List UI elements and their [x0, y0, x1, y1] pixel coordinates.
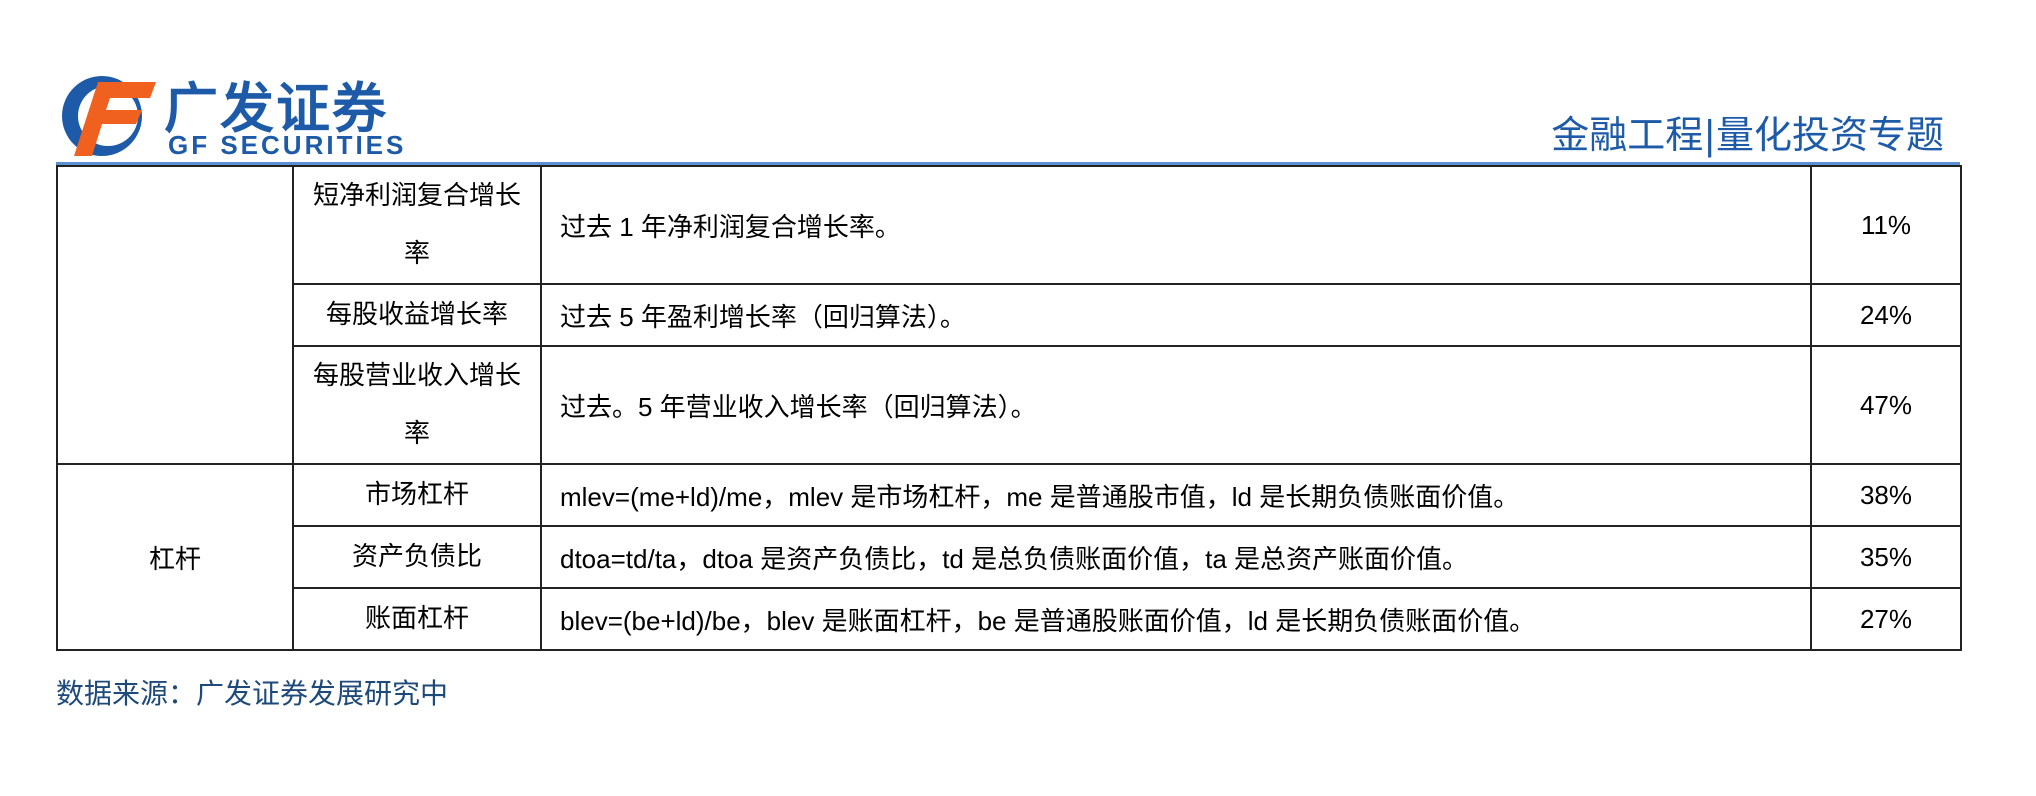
factor-name-cell: 每股营业收入增长率 [292, 345, 542, 465]
factor-value-cell: 35% [1810, 525, 1962, 589]
page-header: 广发证券 GF SECURITIES 金融工程|量化投资专题 [0, 0, 2036, 168]
factor-desc-cell: mlev=(me+ld)/me，mlev 是市场杠杆，me 是普通股市值，ld … [540, 463, 1812, 527]
factor-value-cell: 47% [1810, 345, 1962, 465]
factor-name-cell: 账面杠杆 [292, 587, 542, 651]
factor-name-cell: 资产负债比 [292, 525, 542, 589]
factor-value-cell: 11% [1810, 165, 1962, 285]
gf-logo-icon [62, 76, 156, 156]
logo-english-name: GF SECURITIES [168, 130, 407, 160]
factor-value-cell: 27% [1810, 587, 1962, 651]
factor-desc-cell: 过去 1 年净利润复合增长率。 [540, 165, 1812, 285]
factor-desc-cell: 过去 5 年盈利增长率（回归算法）。 [540, 283, 1812, 347]
table-row: 每股营业收入增长率 过去。5 年营业收入增长率（回归算法）。 47% [57, 345, 1962, 465]
factor-value-cell: 38% [1810, 463, 1962, 527]
report-section-title: 金融工程|量化投资专题 [1551, 113, 1944, 157]
table-row: 短净利润复合增长率 过去 1 年净利润复合增长率。 11% [56, 165, 1962, 465]
factor-desc-cell: blev=(be+ld)/be，blev 是账面杠杆，be 是普通股账面价值，l… [540, 587, 1812, 651]
factor-table: 短净利润复合增长率 过去 1 年净利润复合增长率。 11% 每股收益增长率 过去… [56, 165, 1962, 651]
table-row: 账面杠杆 blev=(be+ld)/be，blev 是账面杠杆，be 是普通股账… [57, 587, 1962, 651]
factor-desc-cell: dtoa=td/ta，dtoa 是资产负债比，td 是总负债账面价值，ta 是总… [540, 525, 1812, 589]
factor-name-cell: 短净利润复合增长率 [292, 165, 542, 285]
category-cell-empty [56, 165, 294, 465]
factor-desc-cell: 过去。5 年营业收入增长率（回归算法）。 [540, 345, 1812, 465]
data-source-note: 数据来源：广发证券发展研究中 [56, 677, 449, 710]
table-row: 资产负债比 dtoa=td/ta，dtoa 是资产负债比，td 是总负债账面价值… [57, 525, 1962, 589]
category-cell-leverage: 杠杆 [56, 463, 294, 651]
factor-name-cell: 市场杠杆 [292, 463, 542, 527]
table-row: 每股收益增长率 过去 5 年盈利增长率（回归算法）。 24% [57, 283, 1962, 347]
table-row: 杠杆 市场杠杆 mlev=(me+ld)/me，mlev 是市场杠杆，me 是普… [56, 463, 1962, 651]
factor-name-cell: 每股收益增长率 [292, 283, 542, 347]
factor-value-cell: 24% [1810, 283, 1962, 347]
